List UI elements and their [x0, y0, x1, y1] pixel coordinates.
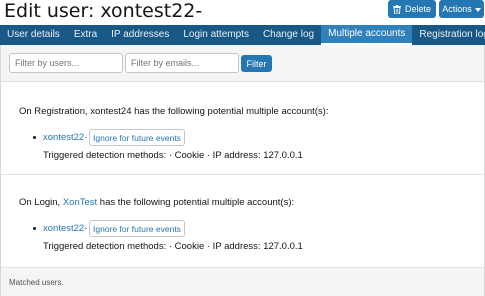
entry-user: xontest24 [90, 106, 132, 117]
entry-description: On Login, XonTest has the following pote… [19, 197, 294, 208]
detection-methods: Triggered detection methods: · Cookie · … [43, 150, 303, 161]
detection-entry: On Login, XonTest has the following pote… [1, 175, 484, 267]
delete-button[interactable]: Delete [388, 0, 436, 18]
actions-button[interactable]: Actions [439, 0, 484, 18]
list-bullet [33, 227, 36, 230]
actions-label: Actions [442, 4, 472, 14]
entry-suffix: has the following potential multiple acc… [97, 197, 295, 208]
multiple-accounts-panel: Filter On Registration, xontest24 has th… [0, 45, 485, 296]
panel-footer: Matched users. [1, 267, 484, 296]
filter-bar: Filter [1, 45, 484, 82]
filter-users-input[interactable] [9, 53, 123, 73]
tab-bar: User details Extra IP addresses Login at… [0, 25, 485, 45]
ignore-button[interactable]: Ignore for future events [89, 129, 185, 146]
account-link[interactable]: xontest22- [43, 132, 87, 143]
page-title: Edit user: xontest22- [4, 0, 203, 22]
filter-button[interactable]: Filter [241, 55, 272, 72]
entry-prefix: On Registration, [19, 106, 91, 117]
page-header: Edit user: xontest22- Delete Actions [0, 0, 485, 24]
tab-registration-log[interactable]: Registration log [412, 25, 485, 45]
ignore-button[interactable]: Ignore for future events [89, 220, 185, 237]
entry-prefix: On Login, [19, 197, 63, 208]
list-bullet [33, 136, 36, 139]
caret-down-icon [474, 7, 481, 12]
filter-emails-input[interactable] [125, 53, 239, 73]
entry-description: On Registration, xontest24 has the follo… [19, 106, 328, 117]
tab-user-details[interactable]: User details [0, 25, 67, 45]
account-link[interactable]: xontest22- [43, 223, 87, 234]
tab-change-log[interactable]: Change log [256, 25, 321, 45]
tab-multiple-accounts[interactable]: Multiple accounts [321, 25, 413, 45]
footer-text: Matched users. [9, 278, 64, 287]
entry-suffix: has the following potential multiple acc… [131, 106, 329, 117]
detection-methods: Triggered detection methods: · Cookie · … [43, 241, 303, 252]
detection-entry: On Registration, xontest24 has the follo… [1, 82, 484, 175]
trash-icon [392, 4, 401, 14]
delete-label: Delete [404, 4, 431, 14]
entry-user-link[interactable]: XonTest [63, 197, 97, 208]
tab-ip-addresses[interactable]: IP addresses [104, 25, 176, 45]
tab-extra[interactable]: Extra [67, 25, 104, 45]
tab-login-attempts[interactable]: Login attempts [176, 25, 256, 45]
